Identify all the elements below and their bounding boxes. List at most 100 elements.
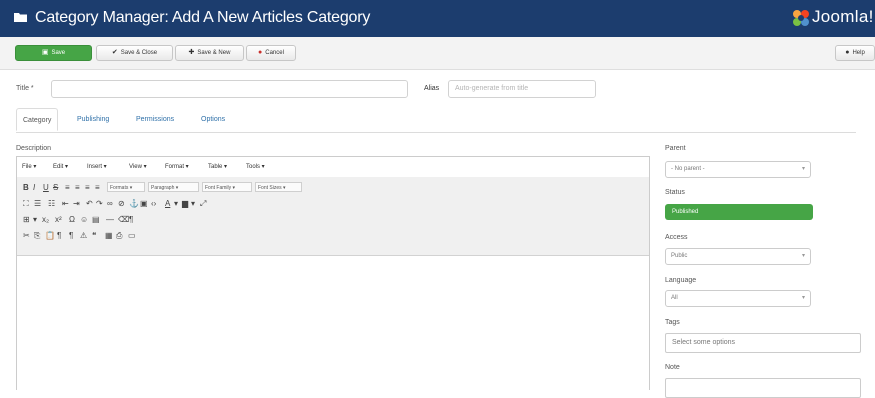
cancel-label: Cancel	[265, 50, 284, 56]
parent-value: - No parent -	[671, 166, 705, 172]
clear-formatting-icon[interactable]: ⌫	[118, 215, 129, 225]
check-icon: ✔	[111, 49, 118, 56]
text-color-caret-icon[interactable]: ▾	[174, 199, 178, 209]
bold-icon[interactable]: B	[23, 183, 29, 193]
cut-icon[interactable]: ✂	[23, 231, 30, 241]
special-char-icon[interactable]: Ω	[69, 215, 75, 225]
emoticons-icon[interactable]: ☺	[80, 215, 88, 225]
bullet-list-icon[interactable]: ☰	[34, 199, 41, 209]
redo-icon[interactable]: ↷	[96, 199, 103, 209]
align-center-icon[interactable]: ≡	[75, 183, 80, 193]
paragraph-select[interactable]: Paragraph ▾	[148, 182, 199, 192]
visual-chars-icon[interactable]: ❝	[92, 231, 96, 241]
italic-icon[interactable]: I	[33, 183, 35, 193]
title-input[interactable]	[51, 80, 408, 98]
help-button[interactable]: ● Help	[835, 45, 875, 61]
tags-input[interactable]: Select some options	[665, 333, 861, 353]
background-color-caret-icon[interactable]: ▾	[191, 199, 195, 209]
ltr-icon[interactable]: ¶	[57, 231, 61, 241]
template-icon[interactable]: ▦	[105, 231, 113, 241]
align-right-icon[interactable]: ≡	[85, 183, 90, 193]
subscript-icon[interactable]: x₂	[42, 215, 49, 225]
media-icon[interactable]: ▤	[92, 215, 100, 225]
horizontal-rule-icon[interactable]: —	[106, 215, 114, 225]
toolbar-row-3: ⊞ ▾ x₂ x² Ω ☺ ▤ — ⌫ ¶	[17, 213, 649, 227]
language-label: Language	[665, 277, 697, 284]
tab-permissions[interactable]: Permissions	[136, 116, 174, 123]
toolbar: ▣ Save ✔ Save & Close ✚ Save & New ● Cancel …	[0, 37, 875, 70]
fullscreen-icon[interactable]: ⤢	[200, 199, 206, 209]
tab-category[interactable]: Category	[16, 108, 59, 131]
page-title: Category Manager: Add A New Articles Cat…	[35, 9, 371, 26]
plus-icon: ✚	[188, 49, 195, 56]
unlink-icon[interactable]: ⊘	[118, 199, 125, 209]
tab-publishing[interactable]: Publishing	[77, 116, 109, 123]
parent-label: Parent	[665, 145, 686, 152]
menu-tools[interactable]: Tools ▾	[246, 163, 265, 170]
tab-options[interactable]: Options	[201, 116, 225, 123]
editor-toolbar: B I U S ≡ ≡ ≡ ≡ Formats ▾ Paragraph ▾ Fo…	[17, 177, 649, 256]
status-select[interactable]: Published	[665, 204, 813, 220]
menu-file[interactable]: File ▾	[22, 163, 36, 170]
preview-icon[interactable]: ▭	[128, 231, 136, 241]
underline-icon[interactable]: U	[43, 183, 49, 193]
folder-icon	[14, 13, 27, 22]
language-select[interactable]: All ▾	[665, 290, 811, 307]
text-color-icon[interactable]: A	[165, 199, 170, 209]
menu-insert[interactable]: Insert ▾	[87, 163, 107, 170]
save-close-label: Save & Close	[120, 50, 158, 56]
chevron-down-icon: ▾	[801, 166, 805, 172]
font-size-select[interactable]: Font Sizes ▾	[255, 182, 302, 192]
tags-label: Tags	[665, 319, 680, 326]
table-caret-icon[interactable]: ▾	[33, 215, 37, 225]
toolbar-row-4: ✂ ⎘ 📋 ¶ ¶ ⚠ ❝ ▦ ⎙ ▭	[17, 229, 649, 243]
page-header: Category Manager: Add A New Articles Cat…	[0, 0, 875, 37]
find-replace-icon[interactable]: ⛶	[23, 199, 29, 209]
font-family-select[interactable]: Font Family ▾	[202, 182, 252, 192]
logo-wordmark: Joomla!	[812, 7, 874, 26]
copy-icon[interactable]: ⎘	[34, 231, 40, 241]
note-input[interactable]	[665, 378, 861, 398]
cancel-icon: ●	[258, 49, 263, 56]
numbered-list-icon[interactable]: ☷	[48, 199, 55, 209]
superscript-icon[interactable]: x²	[55, 215, 62, 225]
outdent-icon[interactable]: ⇤	[62, 199, 69, 209]
strikethrough-icon[interactable]: S	[53, 183, 58, 193]
alias-input[interactable]: Auto-generate from title	[448, 80, 596, 98]
save-close-button[interactable]: ✔ Save & Close	[96, 45, 173, 61]
menu-table[interactable]: Table ▾	[208, 163, 227, 170]
chevron-down-icon: ▾	[801, 253, 805, 259]
link-icon[interactable]: ∞	[107, 199, 113, 209]
save-button[interactable]: ▣ Save	[15, 45, 92, 61]
code-icon[interactable]: ‹›	[151, 199, 156, 209]
help-label: Help	[852, 50, 865, 56]
show-blocks-icon[interactable]: ¶	[129, 215, 133, 225]
undo-icon[interactable]: ↶	[86, 199, 93, 209]
align-justify-icon[interactable]: ≡	[95, 183, 100, 193]
paste-icon[interactable]: 📋	[45, 231, 55, 241]
menu-view[interactable]: View ▾	[129, 163, 147, 170]
anchor-icon[interactable]: ⚓	[129, 199, 139, 209]
toolbar-row-2: ⛶ ☰ ☷ ⇤ ⇥ ↶ ↷ ∞ ⊘ ⚓ ▣ ‹› A ▾ ▆ ▾ ⤢	[17, 197, 649, 211]
indent-icon[interactable]: ⇥	[73, 199, 80, 209]
background-color-icon[interactable]: ▆	[182, 199, 188, 209]
access-label: Access	[665, 234, 688, 241]
rich-text-editor[interactable]: File ▾ Edit ▾ Insert ▾ View ▾ Format ▾ T…	[16, 156, 650, 390]
save-new-button[interactable]: ✚ Save & New	[175, 45, 244, 61]
image-icon[interactable]: ▣	[140, 199, 148, 209]
title-label: Title *	[16, 85, 34, 92]
table-icon[interactable]: ⊞	[23, 215, 30, 225]
save-label: Save	[51, 50, 66, 56]
formats-select[interactable]: Formats ▾	[107, 182, 145, 192]
note-label: Note	[665, 364, 680, 371]
print-icon[interactable]: ⎙	[116, 231, 122, 241]
cancel-button[interactable]: ● Cancel	[246, 45, 296, 61]
tab-bar: Category Publishing Permissions Options	[16, 108, 856, 133]
menu-edit[interactable]: Edit ▾	[53, 163, 68, 170]
spellcheck-icon[interactable]: ⚠	[80, 231, 87, 241]
align-left-icon[interactable]: ≡	[65, 183, 70, 193]
access-select[interactable]: Public ▾	[665, 248, 811, 265]
rtl-icon[interactable]: ¶	[69, 231, 73, 241]
menu-format[interactable]: Format ▾	[165, 163, 189, 170]
parent-select[interactable]: - No parent - ▾	[665, 161, 811, 178]
